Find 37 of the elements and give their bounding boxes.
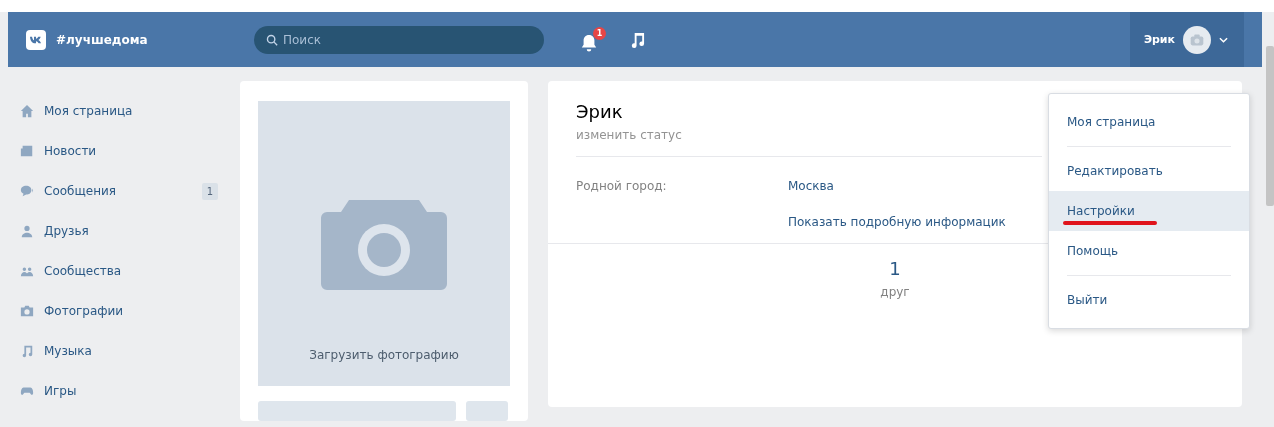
menu-item[interactable]: Моя страница — [1049, 102, 1249, 142]
sidebar-item[interactable]: Фотографии — [20, 291, 220, 331]
bell-icon — [580, 32, 598, 53]
news-icon — [20, 144, 34, 158]
sidebar-item[interactable]: Игры — [20, 371, 220, 411]
friends-counter[interactable]: 1 друг — [880, 258, 910, 407]
menu-item[interactable]: Выйти — [1049, 280, 1249, 320]
user-menu-button[interactable]: Эрик — [1129, 12, 1244, 67]
sidebar-item[interactable]: Сообщения 1 — [20, 171, 220, 211]
music-note-icon[interactable] — [630, 31, 645, 48]
menu-item[interactable]: Настройки — [1049, 191, 1249, 231]
sidebar-item[interactable]: Новости — [20, 131, 220, 171]
menu-item[interactable]: Помощь — [1049, 231, 1249, 271]
profile-name: Эрик — [576, 101, 624, 122]
show-details-link[interactable]: Показать подробную информацик — [788, 215, 1006, 229]
field-value[interactable]: Москва — [788, 179, 834, 193]
photos-icon — [20, 304, 34, 318]
friends-icon — [20, 224, 34, 238]
message-count-badge: 1 — [201, 182, 218, 200]
music-icon — [20, 344, 34, 358]
search-field[interactable]: Поиск — [254, 25, 544, 54]
field-label: Родной город: — [576, 179, 668, 193]
messages-icon — [20, 184, 34, 198]
scrollbar[interactable] — [1266, 46, 1274, 206]
notification-badge: 1 — [593, 26, 606, 40]
caret-icon — [1219, 36, 1228, 43]
logo-icon[interactable] — [26, 29, 46, 50]
home-icon — [20, 104, 34, 118]
sidebar-item[interactable]: Сообщества — [20, 251, 220, 291]
avatar-icon — [1183, 25, 1211, 54]
menu-item[interactable]: Редактировать — [1049, 151, 1249, 191]
sidebar-item[interactable]: Моя страница — [20, 91, 220, 131]
sidebar-item[interactable]: Музыка — [20, 331, 220, 371]
upload-photo-button[interactable]: Загрузить фотографию — [258, 101, 510, 386]
notification-button[interactable]: 1 — [576, 26, 606, 53]
sidebar-item[interactable]: Друзья — [20, 211, 220, 251]
hashtag-link[interactable]: #лучшедома — [56, 32, 226, 47]
